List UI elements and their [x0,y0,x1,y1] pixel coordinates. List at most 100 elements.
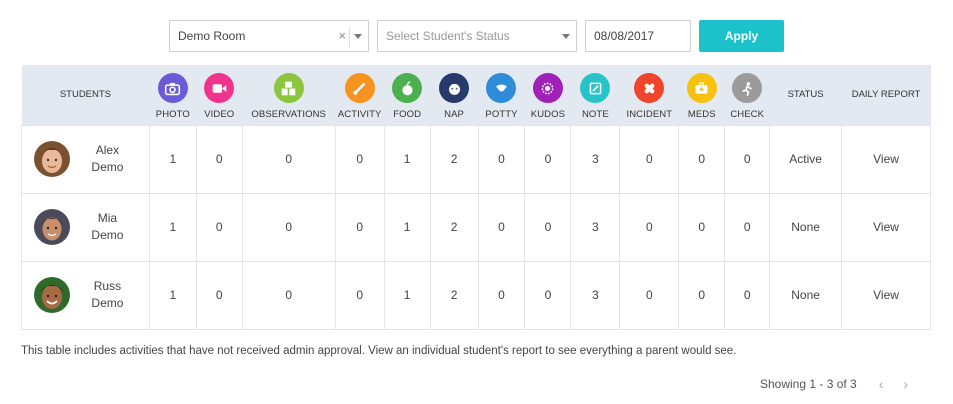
avatar [34,141,70,177]
apply-button[interactable]: Apply [699,20,784,52]
blocks-icon [273,73,304,104]
photo-header-label: PHOTO [155,109,190,121]
note-header-label: NOTE [581,109,609,121]
status-value: None [769,260,843,330]
student-last-name: Demo [91,228,124,242]
kudos-header[interactable]: KUDOS [524,65,571,125]
filter-bar: Demo Room × Select Student's Status 08/0… [169,20,784,52]
approval-note: This table includes activities that have… [21,345,737,357]
status-select[interactable]: Select Student's Status [377,20,577,52]
avatar [34,277,70,313]
food-count: 1 [383,124,431,194]
check-count: 0 [724,124,771,194]
kudos-header-label: KUDOS [530,109,566,121]
first-aid-kit-icon [686,73,717,104]
camera-icon [157,73,188,104]
nap-header-label: NAP [444,109,464,121]
student-cell: Russ Demo [21,260,150,330]
incident-count: 0 [619,260,680,330]
date-value: 08/08/2017 [594,29,655,43]
view-report-link[interactable]: View [841,124,931,194]
potty-count: 0 [477,260,526,330]
nap-count: 2 [429,260,479,330]
status-header: STATUS [769,65,842,125]
paintbrush-icon [344,73,375,104]
student-name: Mia Demo [70,210,149,244]
chevron-down-icon[interactable] [354,34,362,39]
clear-room-icon[interactable]: × [338,28,346,43]
photo-count: 1 [148,260,197,330]
incident-header[interactable]: INCIDENT [619,65,679,125]
incident-count: 0 [619,192,680,262]
nap-count: 2 [429,124,479,194]
meds-header[interactable]: MEDS [678,65,725,125]
student-last-name: Demo [91,160,124,174]
potty-count: 0 [477,124,526,194]
bandage-icon [634,73,665,104]
potty-header-label: POTTY [485,109,518,121]
table-row: Russ Demo 1 0 0 0 1 2 0 0 3 0 0 0 None V… [21,260,931,330]
kudos-count: 0 [524,124,572,194]
incident-header-label: INCIDENT [626,109,673,121]
chevron-right-icon[interactable]: › [903,376,908,392]
date-input[interactable]: 08/08/2017 [585,20,691,52]
video-header[interactable]: VIDEO [196,65,243,125]
note-header[interactable]: NOTE [570,65,620,125]
incident-count: 0 [619,124,680,194]
view-report-link[interactable]: View [841,192,931,262]
note-count: 3 [570,260,621,330]
student-cell: Mia Demo [21,192,150,262]
photo-count: 1 [148,124,197,194]
activity-count: 0 [334,260,385,330]
status-value: None [769,192,843,262]
sleeping-face-icon [439,73,470,104]
video-camera-icon [204,73,235,104]
check-header[interactable]: CHECK [724,65,770,125]
meds-header-label: MEDS [687,109,716,121]
room-select-value: Demo Room [178,29,246,43]
observations-header[interactable]: OBSERVATIONS [242,65,336,125]
potty-header[interactable]: POTTY [478,65,525,125]
table-header-row: STUDENTS PHOTO VIDEO OBSERVATIONS ACTIVI… [21,65,931,125]
activity-header-label: ACTIVITY [337,109,382,121]
video-header-label: VIDEO [204,109,235,121]
view-report-link[interactable]: View [841,260,931,330]
students-header: STUDENTS [21,65,150,125]
activity-header[interactable]: ACTIVITY [335,65,385,125]
photo-count: 1 [148,192,197,262]
kudos-count: 0 [524,192,572,262]
running-person-icon [732,73,763,104]
note-count: 3 [570,192,621,262]
student-first-name: Mia [97,211,118,225]
select-divider [349,27,350,47]
student-name: Alex Demo [70,142,149,176]
food-header[interactable]: FOOD [384,65,431,125]
potty-icon [486,73,517,104]
nap-header[interactable]: NAP [430,65,479,125]
video-count: 0 [195,124,243,194]
pagination: Showing 1 - 3 of 3 ‹ › [760,376,908,392]
video-count: 0 [195,260,243,330]
room-select[interactable]: Demo Room × [169,20,369,52]
daily-report-header: DAILY REPORT [841,65,931,125]
student-first-name: Alex [95,143,120,157]
table-row: Alex Demo 1 0 0 0 1 2 0 0 3 0 0 0 Active… [21,124,931,194]
chevron-down-icon[interactable] [562,34,570,39]
food-header-label: FOOD [393,109,422,121]
chevron-left-icon[interactable]: ‹ [879,376,884,392]
pencil-note-icon [580,73,611,104]
nap-count: 2 [429,192,479,262]
meds-count: 0 [678,124,726,194]
kudos-count: 0 [524,260,572,330]
status-select-placeholder: Select Student's Status [386,29,510,43]
student-name: Russ Demo [70,278,149,312]
activity-count: 0 [334,124,385,194]
meds-count: 0 [678,192,726,262]
meds-count: 0 [678,260,726,330]
table-row: Mia Demo 1 0 0 0 1 2 0 0 3 0 0 0 None Vi… [21,192,931,262]
student-first-name: Russ [93,279,122,293]
check-count: 0 [724,192,771,262]
avatar [34,209,70,245]
food-count: 1 [383,192,431,262]
photo-header[interactable]: PHOTO [149,65,197,125]
